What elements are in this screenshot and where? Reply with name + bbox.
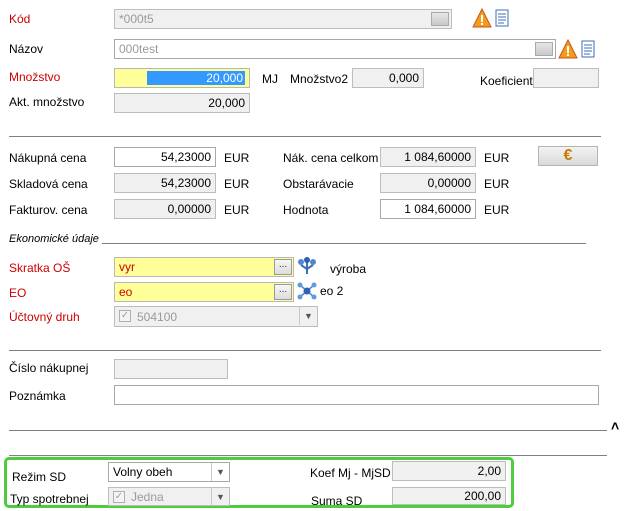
nazov-input[interactable]: 000test bbox=[114, 39, 556, 59]
skratka-os-label: Skratka OŠ bbox=[9, 261, 71, 275]
divider bbox=[9, 455, 607, 456]
mnozstvo2-input[interactable]: 0,000 bbox=[352, 68, 424, 88]
obstaravacie-currency: EUR bbox=[484, 177, 510, 191]
nazov-label: Názov bbox=[9, 42, 44, 56]
eo-input[interactable]: eo ... bbox=[114, 282, 294, 302]
currency-button[interactable]: € bbox=[538, 146, 598, 166]
mj-label: MJ bbox=[262, 72, 278, 86]
skratka-os-input[interactable]: vyr ... bbox=[114, 257, 294, 277]
kod-label: Kód bbox=[9, 12, 31, 26]
warning-icon[interactable] bbox=[558, 39, 578, 59]
eo-label: EO bbox=[9, 286, 27, 300]
nazov-value: 000test bbox=[119, 42, 159, 56]
kod-lookup-button[interactable] bbox=[431, 12, 449, 26]
collapse-caret[interactable]: ˄ bbox=[611, 419, 619, 433]
fakturov-cena-currency: EUR bbox=[224, 203, 250, 217]
section-title-economic: Ekonomické údaje bbox=[9, 233, 99, 245]
skratka-os-value: vyr bbox=[119, 260, 135, 274]
network-icon bbox=[297, 282, 317, 300]
mnozstvo-selected-value: 20,000 bbox=[147, 71, 245, 85]
uctovny-druh-value: 504100 bbox=[137, 310, 178, 324]
eo-value: eo bbox=[119, 285, 133, 299]
cislo-nakupnej-label: Číslo nákupnej bbox=[9, 361, 89, 375]
koeficient-input[interactable] bbox=[533, 68, 599, 88]
poznamka-label: Poznámka bbox=[9, 389, 66, 403]
checkbox-icon: ✓ bbox=[113, 491, 125, 503]
rezim-sd-select[interactable]: Volny obeh ▼ bbox=[108, 462, 230, 482]
warning-icon[interactable] bbox=[472, 8, 492, 28]
uctovny-druh-select[interactable]: ✓ 504100 ▼ bbox=[114, 306, 318, 327]
skladova-cena-input[interactable]: 54,23000 bbox=[114, 173, 216, 193]
nakupna-cena-input[interactable]: 54,23000 bbox=[114, 147, 216, 167]
rezim-sd-value: Volny obeh bbox=[113, 465, 173, 479]
hodnota-input[interactable]: 1 084,60000 bbox=[380, 199, 476, 219]
nak-cena-celkom-input[interactable]: 1 084,60000 bbox=[380, 147, 476, 167]
nak-cena-celkom-currency: EUR bbox=[484, 151, 510, 165]
typ-spotrebnej-value: Jedna bbox=[131, 490, 164, 504]
fakturov-cena-input[interactable]: 0,00000 bbox=[114, 199, 216, 219]
fakturov-cena-label: Fakturov. cena bbox=[9, 203, 88, 217]
skladova-cena-currency: EUR bbox=[224, 177, 250, 191]
obstaravacie-input[interactable]: 0,00000 bbox=[380, 173, 476, 193]
eo-desc: eo 2 bbox=[320, 284, 344, 298]
document-icon[interactable] bbox=[580, 40, 596, 58]
divider bbox=[9, 430, 607, 431]
kod-input[interactable]: *000t5 bbox=[114, 9, 452, 29]
mnozstvo2-label: Množstvo2 bbox=[290, 72, 349, 86]
hodnota-label: Hodnota bbox=[283, 203, 329, 217]
chevron-down-icon[interactable]: ▼ bbox=[211, 488, 229, 505]
cislo-nakupnej-input[interactable] bbox=[114, 359, 228, 379]
suma-sd-label: Suma SD bbox=[311, 494, 363, 508]
hodnota-currency: EUR bbox=[484, 203, 510, 217]
document-icon[interactable] bbox=[494, 9, 510, 27]
koef-mj-input[interactable]: 2,00 bbox=[392, 461, 506, 481]
typ-spotrebnej-label: Typ spotrebnej bbox=[10, 492, 89, 506]
typ-spotrebnej-select[interactable]: ✓ Jedna ▼ bbox=[108, 487, 230, 506]
poznamka-input[interactable] bbox=[114, 385, 599, 405]
tree-icon bbox=[298, 257, 316, 274]
akt-mnozstvo-input[interactable]: 20,000 bbox=[114, 93, 250, 113]
akt-mnozstvo-label: Akt. množstvo bbox=[9, 95, 85, 109]
nazov-lookup-button[interactable] bbox=[535, 42, 553, 56]
obstaravacie-label: Obstarávacie bbox=[283, 177, 354, 191]
suma-sd-input[interactable]: 200,00 bbox=[392, 487, 506, 505]
nak-cena-celkom-label: Nák. cena celkom bbox=[283, 151, 379, 165]
mnozstvo-label: Množstvo bbox=[9, 70, 61, 84]
kod-value: *000t5 bbox=[119, 12, 154, 26]
divider bbox=[102, 243, 586, 244]
koeficient-label: Koeficient bbox=[480, 74, 533, 88]
koef-mj-label: Koef Mj - MjSD bbox=[310, 466, 391, 480]
nakupna-cena-label: Nákupná cena bbox=[9, 151, 87, 165]
divider bbox=[9, 136, 601, 137]
skladova-cena-label: Skladová cena bbox=[9, 177, 88, 191]
skratka-os-desc: výroba bbox=[330, 262, 367, 276]
skratka-os-lookup-button[interactable]: ... bbox=[274, 259, 292, 275]
nakupna-cena-currency: EUR bbox=[224, 151, 250, 165]
mnozstvo-input[interactable]: 20,000 bbox=[114, 68, 250, 88]
uctovny-druh-label: Účtovný druh bbox=[9, 310, 80, 324]
chevron-down-icon[interactable]: ▼ bbox=[299, 307, 317, 325]
euro-icon: € bbox=[563, 147, 573, 164]
rezim-sd-label: Režim SD bbox=[12, 470, 67, 484]
chevron-down-icon[interactable]: ▼ bbox=[211, 463, 229, 481]
divider bbox=[9, 350, 601, 351]
checkbox-icon: ✓ bbox=[119, 310, 131, 322]
eo-lookup-button[interactable]: ... bbox=[274, 284, 292, 300]
